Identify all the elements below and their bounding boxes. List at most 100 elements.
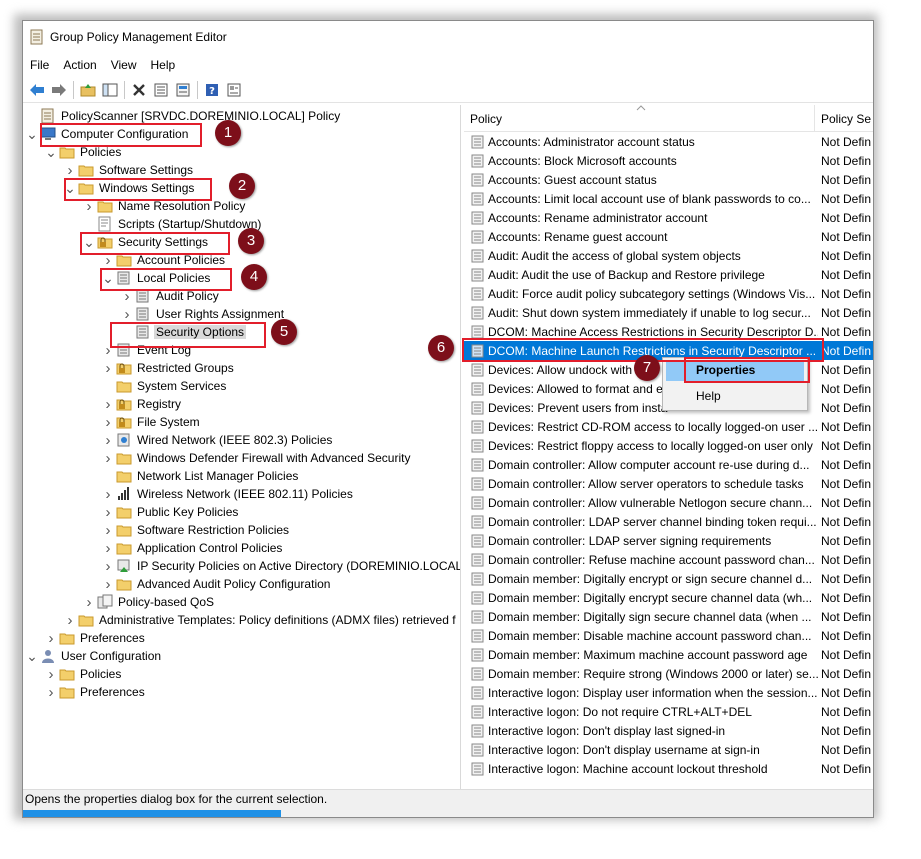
policy-row[interactable]: Audit: Audit the access of global system… (464, 246, 873, 265)
policy-row[interactable]: Accounts: Block Microsoft accounts Not De… (464, 151, 873, 170)
chevron-right-icon[interactable]: › (45, 629, 57, 647)
chevron-right-icon[interactable]: › (64, 161, 76, 179)
policy-row[interactable]: Interactive logon: Machine account locko… (464, 759, 873, 778)
tree-item[interactable]: › Software Settings (64, 161, 195, 179)
menu-file[interactable]: File (23, 54, 56, 76)
tree-item[interactable]: › Restricted Groups (102, 359, 236, 377)
tree-item[interactable]: ⌄ Computer Configuration (26, 125, 190, 143)
policy-row[interactable]: Domain controller: Allow computer accoun… (464, 455, 873, 474)
tree-item[interactable]: › Preferences (45, 683, 147, 701)
column-header-policy-setting[interactable]: Policy Se (815, 105, 873, 131)
chevron-right-icon[interactable]: › (45, 665, 57, 683)
tree-item[interactable]: System Services (102, 377, 228, 395)
chevron-right-icon[interactable]: › (45, 683, 57, 701)
chevron-down-icon[interactable]: ⌄ (102, 269, 114, 287)
policy-row[interactable]: Domain controller: Allow server operator… (464, 474, 873, 493)
tree-item[interactable]: › Policies (45, 665, 123, 683)
tree-item[interactable]: ⌄ Local Policies (102, 269, 212, 287)
tree-item[interactable]: › IP Security Policies on Active Director… (102, 557, 461, 575)
policy-row[interactable]: Domain member: Digitally encrypt secure … (464, 588, 873, 607)
chevron-right-icon[interactable]: › (121, 287, 133, 305)
chevron-right-icon[interactable]: › (102, 503, 114, 521)
policy-row[interactable]: Accounts: Rename administrator account No… (464, 208, 873, 227)
context-menu-properties[interactable]: Properties (666, 360, 804, 381)
chevron-right-icon[interactable]: › (83, 593, 95, 611)
chevron-down-icon[interactable]: ⌄ (26, 125, 38, 143)
show-hide-tree-button[interactable] (99, 80, 121, 100)
policy-row[interactable]: Domain member: Maximum machine account p… (464, 645, 873, 664)
chevron-right-icon[interactable]: › (102, 557, 114, 575)
policy-row[interactable]: Domain controller: LDAP server channel b… (464, 512, 873, 531)
tree-item[interactable]: › Event Log (102, 341, 193, 359)
menu-view[interactable]: View (104, 54, 144, 76)
tree-item[interactable]: › Audit Policy (121, 287, 221, 305)
policy-row[interactable]: Domain member: Require strong (Windows 2… (464, 664, 873, 683)
tree-item[interactable]: Security Options (121, 323, 247, 341)
properties-button[interactable] (150, 80, 172, 100)
tree-item[interactable]: › Software Restriction Policies (102, 521, 291, 539)
chevron-down-icon[interactable]: ⌄ (45, 143, 57, 161)
tree-item[interactable]: › Preferences (45, 629, 147, 647)
tree-item[interactable]: › Name Resolution Policy (83, 197, 247, 215)
policy-row[interactable]: Domain controller: Refuse machine accoun… (464, 550, 873, 569)
tree-item[interactable]: › Account Policies (102, 251, 227, 269)
delete-button[interactable] (128, 80, 150, 100)
policy-row[interactable]: Accounts: Administrator account status No… (464, 132, 873, 151)
tree-item[interactable]: › Public Key Policies (102, 503, 240, 521)
policy-row[interactable]: Audit: Force audit policy subcategory se… (464, 284, 873, 303)
tree-item[interactable]: › Administrative Templates: Policy defini… (64, 611, 458, 629)
chevron-down-icon[interactable]: ⌄ (83, 233, 95, 251)
tree-item[interactable]: PolicyScanner [SRVDC.DOREMINIO.LOCAL] Po… (26, 107, 342, 125)
tree-item[interactable]: ⌄ Windows Settings (64, 179, 196, 197)
chevron-right-icon[interactable]: › (102, 395, 114, 413)
policy-row[interactable]: Accounts: Guest account status Not Defin (464, 170, 873, 189)
policy-row[interactable]: Interactive logon: Don't display last si… (464, 721, 873, 740)
policy-row[interactable]: Interactive logon: Do not require CTRL+A… (464, 702, 873, 721)
tree-item[interactable]: › Windows Defender Firewall with Advanced… (102, 449, 412, 467)
tree-item[interactable]: ⌄ Security Settings (83, 233, 210, 251)
export-list-button[interactable] (172, 80, 194, 100)
context-menu-help[interactable]: Help (666, 386, 804, 407)
chevron-down-icon[interactable]: ⌄ (64, 179, 76, 197)
chevron-right-icon[interactable]: › (102, 251, 114, 269)
policy-row[interactable]: Domain member: Digitally sign secure cha… (464, 607, 873, 626)
tree-item[interactable]: Scripts (Startup/Shutdown) (83, 215, 263, 233)
tree-item[interactable]: › Application Control Policies (102, 539, 284, 557)
chevron-right-icon[interactable]: › (121, 305, 133, 323)
chevron-right-icon[interactable]: › (102, 539, 114, 557)
policy-row[interactable]: Devices: Restrict floppy access to local… (464, 436, 873, 455)
chevron-right-icon[interactable]: › (102, 575, 114, 593)
chevron-right-icon[interactable]: › (102, 521, 114, 539)
forward-button[interactable] (48, 80, 70, 100)
menu-action[interactable]: Action (56, 54, 103, 76)
policy-row[interactable]: Domain controller: Allow vulnerable Netl… (464, 493, 873, 512)
chevron-right-icon[interactable]: › (102, 431, 114, 449)
policy-row[interactable]: Accounts: Rename guest account Not Defin (464, 227, 873, 246)
tree-item[interactable]: › Policy-based QoS (83, 593, 216, 611)
tree-item[interactable]: › File System (102, 413, 202, 431)
policy-row[interactable]: Devices: Restrict CD-ROM access to local… (464, 417, 873, 436)
policy-row[interactable]: Audit: Audit the use of Backup and Resto… (464, 265, 873, 284)
tree-item[interactable]: Network List Manager Policies (102, 467, 300, 485)
chevron-right-icon[interactable]: › (102, 413, 114, 431)
tree-item[interactable]: › Wired Network (IEEE 802.3) Policies (102, 431, 334, 449)
tree-item[interactable]: › Registry (102, 395, 183, 413)
help-button[interactable]: ? (201, 80, 223, 100)
chevron-right-icon[interactable]: › (64, 611, 76, 629)
view-button[interactable] (223, 80, 245, 100)
tree-item[interactable]: › Wireless Network (IEEE 802.11) Policies (102, 485, 355, 503)
policy-row[interactable]: Domain member: Digitally encrypt or sign… (464, 569, 873, 588)
chevron-right-icon[interactable]: › (102, 341, 114, 359)
chevron-down-icon[interactable]: ⌄ (26, 647, 38, 665)
chevron-right-icon[interactable]: › (102, 359, 114, 377)
tree-item[interactable]: › User Rights Assignment (121, 305, 286, 323)
up-one-level-button[interactable] (77, 80, 99, 100)
policy-row[interactable]: Interactive logon: Don't display usernam… (464, 740, 873, 759)
chevron-right-icon[interactable]: › (102, 449, 114, 467)
menu-help[interactable]: Help (144, 54, 183, 76)
chevron-right-icon[interactable]: › (102, 485, 114, 503)
policy-row[interactable]: Accounts: Limit local account use of bla… (464, 189, 873, 208)
tree-item[interactable]: ⌄ User Configuration (26, 647, 163, 665)
policy-row[interactable]: Interactive logon: Display user informat… (464, 683, 873, 702)
policy-row[interactable]: Audit: Shut down system immediately if u… (464, 303, 873, 322)
